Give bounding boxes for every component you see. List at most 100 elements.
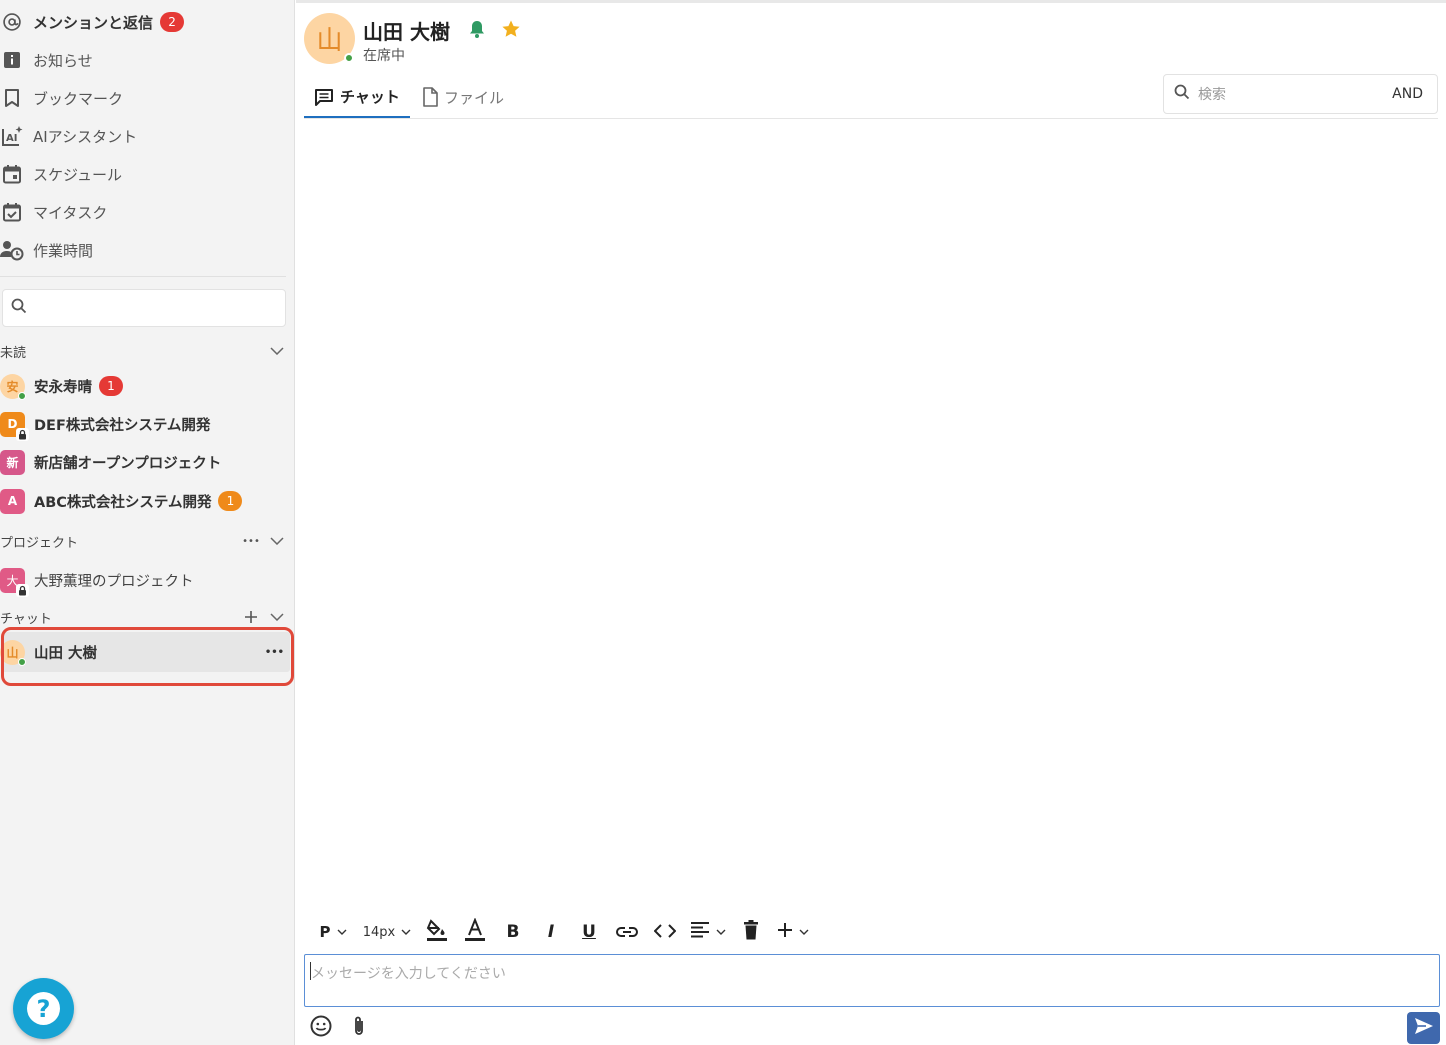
sidebar-search-input[interactable] — [2, 289, 286, 327]
room-item-new-store[interactable]: 新 新店舗オープンプロジェクト — [0, 449, 221, 475]
text-color-button[interactable] — [456, 917, 494, 947]
nav-mentions-label: メンションと返信 — [33, 13, 154, 32]
chevron-down-icon[interactable] — [264, 537, 290, 545]
chevron-down-icon — [337, 929, 347, 935]
emoji-icon — [310, 1015, 332, 1041]
avatar: 大 — [0, 567, 29, 597]
font-size-select[interactable]: 14px — [356, 917, 418, 947]
room-item-abc-system[interactable]: A ABC株式会社システム開発 1 — [0, 488, 243, 514]
nav-bookmarks[interactable]: ブックマーク — [0, 85, 123, 111]
avatar: 安 — [0, 373, 26, 400]
tab-files[interactable]: ファイル — [422, 77, 504, 117]
trash-icon — [743, 920, 759, 944]
search-mode-toggle[interactable]: AND — [1392, 86, 1423, 102]
sidebar: メンションと返信 2 お知らせ ブックマーク AI AIアシスタント スケジュー… — [0, 0, 295, 1045]
code-icon — [653, 923, 677, 942]
room-item-ono-project[interactable]: 大 大野薫理のプロジェクト — [0, 567, 194, 597]
section-projects-header[interactable]: プロジェクト ••• — [0, 531, 290, 551]
svg-text:AI: AI — [6, 133, 17, 144]
paperclip-icon — [352, 1015, 366, 1041]
user-clock-icon — [0, 238, 24, 262]
search-icon — [11, 298, 27, 318]
room-label: 新店舗オープンプロジェクト — [34, 455, 222, 472]
help-button[interactable]: ? — [13, 978, 74, 1039]
avatar-initial: 山 — [316, 26, 343, 56]
nav-my-tasks[interactable]: マイタスク — [0, 199, 107, 225]
lock-icon — [16, 583, 29, 597]
chat-icon — [314, 88, 334, 106]
nav-schedule[interactable]: スケジュール — [0, 161, 122, 187]
align-left-icon — [690, 922, 710, 942]
editor-toolbar: P 14px B I U — [310, 917, 816, 947]
tab-chat-label: チャット — [340, 88, 400, 106]
align-select[interactable] — [684, 917, 732, 947]
bell-icon[interactable] — [468, 19, 486, 43]
file-icon — [422, 87, 438, 107]
section-projects-title: プロジェクト — [0, 535, 79, 551]
font-size-label: 14px — [362, 924, 396, 940]
bold-button[interactable]: B — [494, 917, 532, 947]
attach-button[interactable] — [347, 1016, 371, 1040]
room-item-yasunaga[interactable]: 安 安永寿晴 1 — [0, 373, 123, 400]
page-title: 山田 大樹 — [363, 20, 450, 44]
chevron-down-icon[interactable] — [264, 613, 290, 621]
avatar: 新 — [0, 449, 25, 475]
chevron-down-icon[interactable] — [264, 347, 290, 355]
paragraph-label: P — [319, 923, 331, 941]
ai-assistant-icon: AI — [0, 124, 24, 148]
star-icon[interactable] — [501, 19, 521, 43]
paragraph-style-select[interactable]: P — [310, 917, 356, 947]
avatar-initial: A — [7, 494, 18, 508]
online-status-icon — [344, 53, 354, 63]
online-status-icon — [18, 391, 26, 400]
help-icon: ? — [27, 992, 60, 1025]
room-label: ABC株式会社システム開発 — [34, 494, 212, 511]
text-color-icon — [464, 917, 486, 946]
room-item-def-system[interactable]: D DEF株式会社システム開発 — [0, 411, 211, 441]
highlight-outline — [1, 627, 294, 686]
avatar-initial: 新 — [6, 455, 19, 470]
tab-chat[interactable]: チャット — [304, 77, 410, 118]
bookmark-icon — [0, 86, 24, 110]
more-horizontal-icon[interactable]: ••• — [238, 536, 264, 547]
info-icon — [0, 48, 24, 72]
room-label: 大野薫理のプロジェクト — [34, 573, 194, 590]
nav-mentions[interactable]: メンションと返信 2 — [0, 9, 185, 35]
search-placeholder: 検索 — [1198, 87, 1226, 103]
search-icon — [1174, 84, 1190, 104]
bold-icon: B — [506, 922, 520, 942]
highlight-color-button[interactable] — [418, 917, 456, 947]
nav-ai-assistant[interactable]: AI AIアシスタント — [0, 123, 137, 149]
nav-ai-assistant-label: AIアシスタント — [33, 127, 138, 146]
code-button[interactable] — [646, 917, 684, 947]
underline-icon: U — [582, 922, 596, 942]
chevron-down-icon — [799, 929, 809, 935]
italic-button[interactable]: I — [532, 917, 570, 947]
send-button[interactable] — [1407, 1012, 1440, 1044]
nav-notices[interactable]: お知らせ — [0, 47, 93, 73]
underline-button[interactable]: U — [570, 917, 608, 947]
at-icon — [0, 10, 24, 34]
nav-bookmarks-label: ブックマーク — [33, 89, 124, 108]
header-avatar[interactable]: 山 — [304, 13, 355, 64]
message-input[interactable]: メッセージを入力してください — [304, 954, 1440, 1007]
chevron-down-icon — [716, 929, 726, 935]
nav-work-time[interactable]: 作業時間 — [0, 237, 93, 263]
link-icon — [616, 923, 638, 942]
insert-menu-button[interactable] — [770, 917, 816, 947]
delete-button[interactable] — [732, 917, 770, 947]
lock-icon — [16, 427, 29, 441]
section-unread-header[interactable]: 未読 — [0, 341, 290, 361]
emoji-button[interactable] — [309, 1015, 333, 1041]
nav-notices-label: お知らせ — [33, 51, 93, 70]
nav-my-tasks-label: マイタスク — [33, 203, 108, 222]
room-label: DEF株式会社システム開発 — [34, 417, 211, 434]
presence-status: 在席中 — [363, 48, 405, 64]
avatar: A — [0, 488, 25, 514]
nav-work-time-label: 作業時間 — [33, 241, 94, 260]
plus-icon[interactable] — [238, 610, 264, 624]
section-chat-header[interactable]: チャット — [0, 607, 290, 627]
sidebar-divider — [0, 276, 286, 277]
message-search-input[interactable]: 検索 AND — [1163, 74, 1438, 114]
link-button[interactable] — [608, 917, 646, 947]
